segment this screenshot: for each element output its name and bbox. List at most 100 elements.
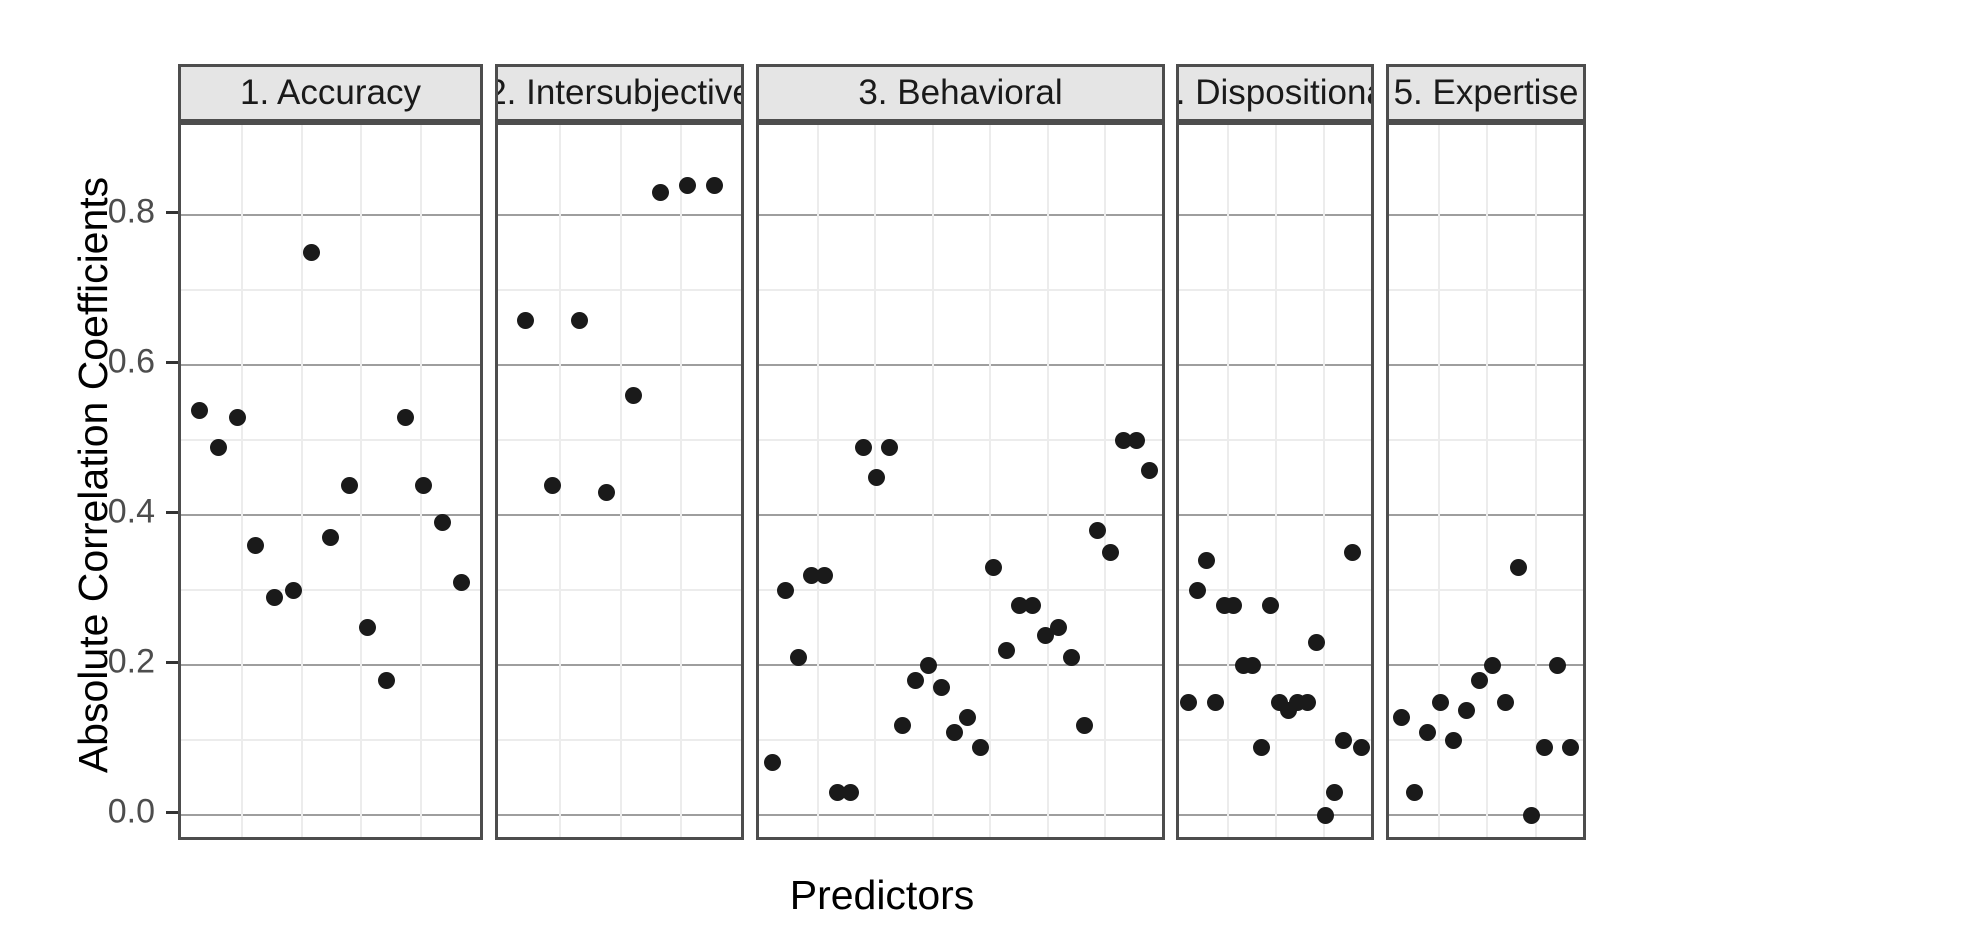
- y-axis-tick-label: 0.4: [107, 492, 155, 531]
- data-point: [1353, 739, 1371, 756]
- data-point: [1393, 709, 1411, 726]
- y-axis-tick-label: 0.8: [107, 192, 155, 231]
- data-point: [919, 656, 937, 674]
- data-point: [209, 439, 227, 456]
- gridline-major-horizontal: [181, 214, 480, 216]
- data-point: [1325, 784, 1343, 801]
- y-axis-tick-label: 0.2: [107, 642, 155, 681]
- facet-plot-area: [1176, 122, 1374, 840]
- facet-strip-label: 1. Accuracy: [178, 64, 483, 122]
- gridline-major-horizontal: [181, 664, 480, 666]
- facet-strip-label: 2. Intersubjective: [495, 64, 744, 122]
- data-point: [340, 476, 358, 494]
- facet-plot-area: [495, 122, 744, 840]
- data-point: [1307, 634, 1325, 651]
- data-point: [678, 176, 696, 194]
- data-point: [1207, 694, 1225, 711]
- data-point: [415, 476, 433, 494]
- data-point: [396, 409, 414, 426]
- gridline-minor-horizontal: [181, 589, 480, 591]
- data-point: [1075, 716, 1093, 734]
- data-point: [284, 581, 302, 599]
- y-axis-tick-mark: [166, 811, 178, 814]
- data-point: [1522, 806, 1540, 824]
- data-point: [1188, 581, 1206, 599]
- data-point: [624, 386, 642, 404]
- data-point: [789, 649, 807, 666]
- data-point: [1140, 461, 1158, 479]
- y-axis-tick-mark: [166, 211, 178, 214]
- data-point: [1049, 619, 1067, 636]
- data-point: [1406, 784, 1424, 801]
- data-point: [945, 724, 963, 741]
- gridline-minor-vertical: [1438, 125, 1440, 837]
- gridline-minor-horizontal: [181, 439, 480, 441]
- facet-panel-2: 2. Intersubjective: [495, 64, 744, 840]
- data-point: [1535, 739, 1553, 756]
- gridline-minor-vertical: [360, 125, 362, 837]
- facet-plot-area: [756, 122, 1165, 840]
- gridline-major-horizontal: [181, 514, 480, 516]
- facet-strip-label: 3. Behavioral: [756, 64, 1165, 122]
- data-point: [971, 739, 989, 756]
- gridline-major-horizontal: [759, 364, 1162, 366]
- data-point: [1261, 596, 1279, 614]
- data-point: [1509, 559, 1527, 576]
- data-point: [1101, 544, 1119, 561]
- data-point: [303, 244, 321, 261]
- data-point: [867, 469, 885, 486]
- data-point: [1432, 694, 1450, 711]
- facet-strip-label: 4. Dispositional: [1176, 64, 1374, 122]
- y-axis-tick-mark: [166, 511, 178, 514]
- x-axis-title: Predictors: [789, 872, 975, 918]
- data-point: [893, 716, 911, 734]
- gridline-minor-vertical: [932, 125, 934, 837]
- data-point: [1225, 596, 1243, 614]
- data-point: [1471, 671, 1489, 689]
- data-point: [191, 401, 209, 419]
- data-point: [1483, 656, 1501, 674]
- data-point: [1023, 596, 1041, 614]
- gridline-minor-horizontal: [759, 739, 1162, 741]
- data-point: [1335, 731, 1353, 749]
- gridline-minor-horizontal: [759, 589, 1162, 591]
- gridline-minor-vertical: [1104, 125, 1106, 837]
- data-point: [265, 589, 283, 606]
- data-point: [359, 619, 377, 636]
- data-point: [958, 709, 976, 726]
- data-point: [1252, 739, 1270, 756]
- data-point: [1344, 544, 1362, 561]
- gridline-minor-horizontal: [181, 739, 480, 741]
- gridline-minor-vertical: [1227, 125, 1229, 837]
- gridline-minor-horizontal: [759, 289, 1162, 291]
- facet-plot-area: [178, 122, 483, 840]
- gridline-minor-vertical: [1047, 125, 1049, 837]
- data-point: [597, 484, 615, 501]
- data-point: [984, 559, 1002, 576]
- gridline-minor-vertical: [1323, 125, 1325, 837]
- data-point: [997, 641, 1015, 659]
- gridline-minor-horizontal: [759, 439, 1162, 441]
- gridline-minor-vertical: [817, 125, 819, 837]
- facet-panel-3: 3. Behavioral: [756, 64, 1165, 840]
- gridline-minor-vertical: [989, 125, 991, 837]
- facet-panel-1: 1. Accuracy: [178, 64, 483, 840]
- data-point: [1197, 551, 1215, 569]
- data-point: [1062, 649, 1080, 666]
- data-point: [776, 581, 794, 599]
- facet-strip-label: 5. Expertise: [1386, 64, 1586, 122]
- gridline-major-horizontal: [759, 214, 1162, 216]
- data-point: [1298, 694, 1316, 711]
- data-point: [906, 671, 924, 689]
- facetted-scatter-plot: Absolute Correlation Coefficients 0.0 0.2…: [0, 0, 1961, 950]
- data-point: [322, 529, 339, 546]
- gridline-major-horizontal: [759, 814, 1162, 816]
- gridline-major-horizontal: [181, 364, 480, 366]
- gridline-minor-vertical: [1486, 125, 1488, 837]
- data-point: [452, 574, 470, 591]
- facet-panel-4: 4. Dispositional: [1176, 64, 1374, 840]
- y-axis-tick-label: 0.0: [107, 792, 155, 831]
- data-point: [434, 514, 452, 531]
- data-point: [378, 671, 396, 689]
- data-point: [543, 476, 561, 494]
